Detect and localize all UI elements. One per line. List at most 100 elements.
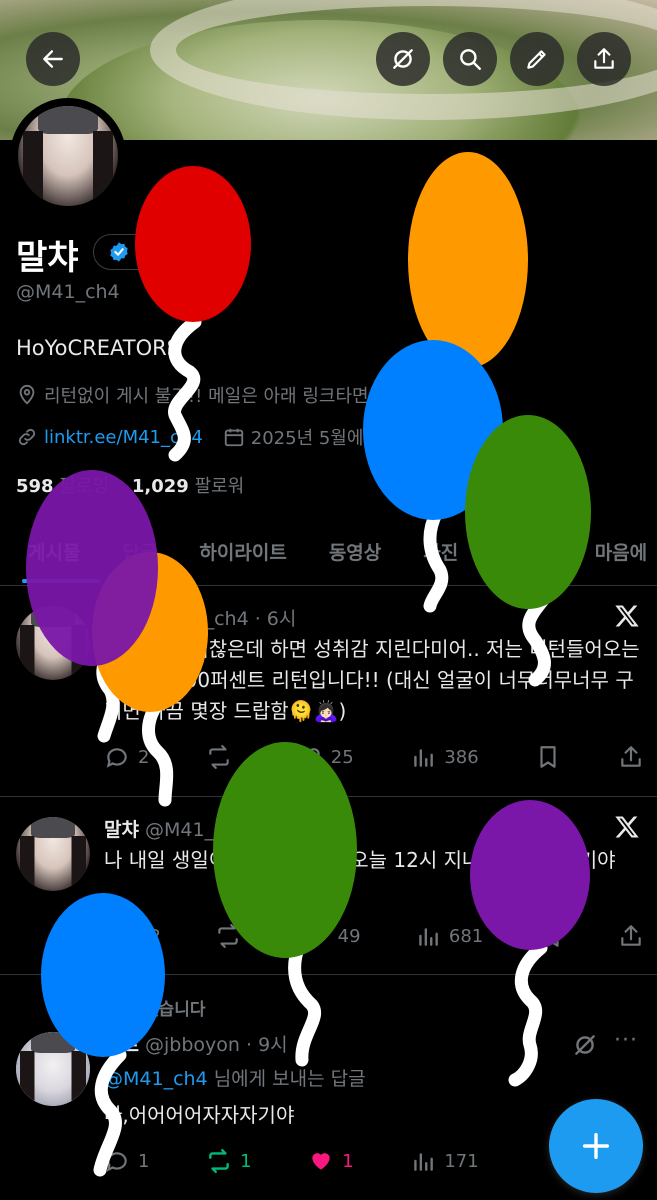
following-label: 팔로잉 <box>59 476 109 497</box>
like-button[interactable]: 49 <box>304 923 361 949</box>
tab-videos[interactable]: 동영상 <box>301 528 395 585</box>
post-author-handle[interactable]: @M41_ch4 <box>145 819 249 841</box>
post-author-name[interactable]: 유르 <box>104 1034 139 1056</box>
grok-icon <box>393 49 413 69</box>
tab-highlights[interactable]: 하이라이트 <box>171 528 300 585</box>
profile-handle: @M41_ch4 <box>16 281 120 303</box>
x-logo-icon <box>615 816 639 838</box>
reply-to-handle[interactable]: @M41_ch4 <box>104 1068 208 1090</box>
profile-name: 말챠 <box>16 238 79 278</box>
post-time[interactable]: 6시 <box>267 608 297 630</box>
post-author-handle[interactable]: @M41_ch4 <box>145 608 249 630</box>
post-item[interactable]: 말챠 @M41_ch4 · 6시 리턴 너무 귀찮은데 하면 성취감 지린다미어… <box>0 586 657 797</box>
like-count: 49 <box>337 925 361 947</box>
get-verified-button[interactable]: 인증받기 <box>93 234 231 270</box>
post-time[interactable]: 8시 <box>267 819 297 841</box>
post-actions: 12 49 681 <box>104 923 644 949</box>
repost-icon <box>218 924 239 948</box>
tab-photos[interactable]: 사진 <box>395 528 472 585</box>
views-button[interactable]: 386 <box>410 744 479 770</box>
followers-count: 1,029 <box>131 476 189 497</box>
reply-icon <box>106 748 127 768</box>
reply-count: 2 <box>138 746 150 768</box>
bookmark-button[interactable] <box>535 744 561 770</box>
reply-count: 1 <box>138 1150 150 1172</box>
repost-button[interactable]: 1 <box>206 1148 252 1174</box>
reply-count: 12 <box>138 925 161 947</box>
views-button[interactable]: 681 <box>415 923 483 949</box>
more-options-icon[interactable]: ··· <box>614 1028 638 1053</box>
follow-stats: 598 팔로잉 1,029 팔로워 <box>16 472 244 498</box>
post-header: 유르 @jbboyon · 9시 <box>104 1034 288 1056</box>
post-author-name[interactable]: 말챠 <box>104 608 139 630</box>
link-icon <box>18 428 36 446</box>
edit-button[interactable] <box>510 32 564 86</box>
post-item[interactable]: 말챠 @M41_ch4 · 8시 나 내일 생일이야 기억했다가 오늘 12시 … <box>0 797 657 975</box>
tab-likes[interactable]: 마음에 <box>567 528 657 585</box>
back-arrow-icon <box>43 50 63 68</box>
post-text: 나 내일 생일이야 기억했다가 오늘 12시 지나면 축하해주기야 <box>104 848 616 872</box>
post-avatar[interactable] <box>16 606 90 680</box>
calendar-icon <box>224 428 243 447</box>
following-count: 598 <box>16 476 54 497</box>
profile-tabs: 게시물 답글 하이라이트 동영상 사진 아티클 마음에 <box>0 528 657 586</box>
post-avatar[interactable] <box>16 1032 90 1106</box>
tab-posts[interactable]: 게시물 <box>0 528 94 585</box>
like-count: 1 <box>342 1150 354 1172</box>
bookmark-button[interactable] <box>538 923 564 949</box>
share-icon <box>594 48 614 69</box>
post-author-name[interactable]: 말챠 <box>104 819 139 841</box>
reply-context: @M41_ch4 님에게 보내는 답글 <box>104 1064 366 1091</box>
followers-label: 팔로워 <box>194 476 245 497</box>
reply-button[interactable]: 12 <box>104 923 161 949</box>
views-button[interactable]: 171 <box>410 1148 479 1174</box>
reply-button[interactable]: 2 <box>104 744 149 770</box>
post-header: 말챠 @M41_ch4 · 6시 <box>104 608 297 630</box>
grok-icon[interactable] <box>572 1032 598 1058</box>
grok-button[interactable] <box>376 32 430 86</box>
link-date-row: linktr.ee/M41_ch4 2025년 5월에 가입함 <box>16 424 419 450</box>
search-button[interactable] <box>443 32 497 86</box>
following-link[interactable]: 598 팔로잉 <box>16 476 109 497</box>
profile-link[interactable]: linktr.ee/M41_ch4 <box>44 427 203 448</box>
tab-articles[interactable]: 아티클 <box>472 528 566 585</box>
share-post-button[interactable] <box>618 744 644 770</box>
profile-avatar[interactable] <box>10 98 126 214</box>
repost-notice-text: 재게시했습니다 <box>96 1000 206 1020</box>
balloon-string <box>455 338 486 439</box>
verified-badge-icon <box>110 242 128 262</box>
like-count: 25 <box>330 746 354 768</box>
share-post-button[interactable] <box>618 923 644 949</box>
post-avatar[interactable] <box>16 817 90 891</box>
followers-link[interactable]: 1,029 팔로워 <box>132 476 244 497</box>
edit-icon <box>527 50 546 69</box>
views-count: 386 <box>444 746 479 768</box>
back-button[interactable] <box>26 32 80 86</box>
share-icon <box>621 746 641 767</box>
profile-location: 리턴없이 게시 불가!! 메일은 아래 링크타면 있어요 <box>44 386 424 407</box>
post-time[interactable]: 9시 <box>258 1034 288 1056</box>
bookmark-icon <box>540 746 556 768</box>
location-icon <box>19 384 35 405</box>
plus-icon <box>582 1132 610 1160</box>
repost-button[interactable] <box>206 744 240 770</box>
repost-button[interactable] <box>215 923 249 949</box>
post-text: 리턴 너무 귀찮은데 하면 성취감 지린다미어.. 저는 리턴들어오는거 항상 … <box>104 637 640 723</box>
views-count: 681 <box>448 925 484 947</box>
post-actions: 2 25 386 <box>104 744 644 770</box>
repost-notice: 재게시했습니다 <box>66 995 205 1020</box>
like-button[interactable]: 1 <box>308 1148 354 1174</box>
like-button[interactable]: 25 <box>297 744 354 770</box>
repost-icon <box>209 1148 229 1174</box>
tab-replies[interactable]: 답글 <box>94 528 171 585</box>
compose-post-button[interactable] <box>549 1099 643 1193</box>
views-icon <box>414 749 434 767</box>
balloon <box>408 152 528 368</box>
share-button[interactable] <box>577 32 631 86</box>
reply-button[interactable]: 1 <box>104 1148 149 1174</box>
like-icon <box>306 927 327 946</box>
repost-icon <box>209 745 229 769</box>
post-author-handle[interactable]: @jbboyon <box>145 1034 240 1056</box>
post-header: 말챠 @M41_ch4 · 8시 <box>104 819 297 841</box>
like-icon <box>312 1153 330 1170</box>
